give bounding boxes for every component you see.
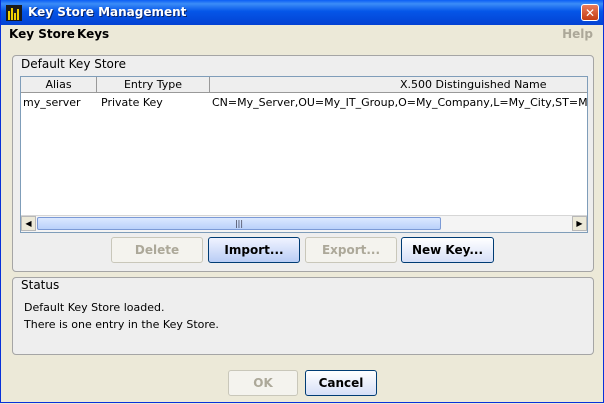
arrow-right-icon: ▶ [576, 219, 583, 228]
grip-icon: ||| [234, 219, 244, 228]
horizontal-scrollbar[interactable]: ◀ ||| ▶ [21, 215, 587, 232]
menu-key-store[interactable]: Key Store [9, 27, 75, 41]
close-button[interactable]: ✕ [581, 4, 599, 21]
menu-keys[interactable]: Keys [77, 27, 109, 41]
import-button[interactable]: Import... [208, 237, 300, 263]
app-icon [6, 5, 22, 21]
default-key-store-label: Default Key Store [21, 57, 126, 71]
ok-button[interactable]: OK [228, 370, 298, 396]
menu-bar: Key Store Keys Help [1, 25, 603, 45]
scroll-thumb[interactable]: ||| [37, 217, 441, 230]
title-bar[interactable]: Key Store Management ✕ [1, 0, 603, 25]
status-group [12, 277, 594, 355]
export-button[interactable]: Export... [305, 237, 397, 263]
menu-help[interactable]: Help [562, 27, 593, 41]
scroll-right-button[interactable]: ▶ [572, 216, 587, 231]
status-line-1: Default Key Store loaded. [24, 301, 165, 314]
arrow-left-icon: ◀ [25, 219, 32, 228]
new-key-button[interactable]: New Key... [401, 237, 494, 263]
table-header: Alias Entry Type X.500 Distinguished Nam… [21, 77, 587, 94]
cell-alias: my_server [23, 96, 81, 109]
status-line-2: There is one entry in the Key Store. [24, 318, 219, 331]
key-store-window: Key Store Management ✕ Key Store Keys He… [0, 0, 604, 403]
column-header-alias[interactable]: Alias [21, 77, 97, 93]
window-title: Key Store Management [28, 5, 187, 19]
close-icon: ✕ [584, 6, 596, 20]
cell-distinguished-name: CN=My_Server,OU=My_IT_Group,O=My_Company… [212, 96, 587, 109]
column-header-entry-type[interactable]: Entry Type [97, 77, 210, 93]
key-store-table[interactable]: Alias Entry Type X.500 Distinguished Nam… [20, 76, 588, 233]
scroll-left-button[interactable]: ◀ [21, 216, 36, 231]
column-header-distinguished-name[interactable]: X.500 Distinguished Name [210, 77, 587, 93]
cell-entry-type: Private Key [101, 96, 163, 109]
delete-button[interactable]: Delete [111, 237, 203, 263]
cancel-button[interactable]: Cancel [305, 370, 377, 396]
status-label: Status [21, 278, 60, 292]
